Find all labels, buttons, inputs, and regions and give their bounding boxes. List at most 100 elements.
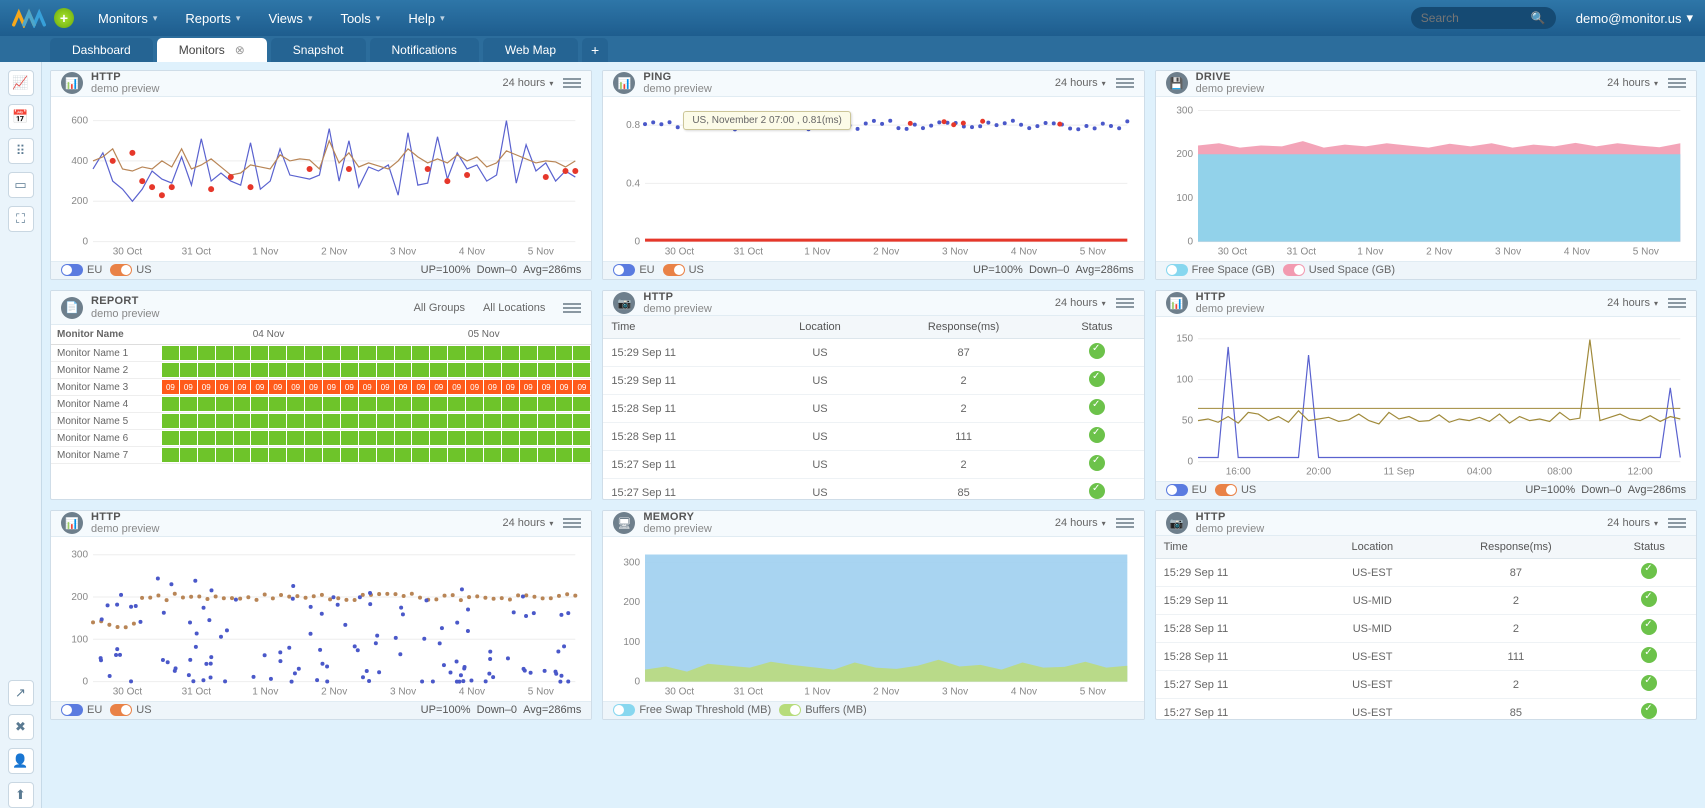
tool-settings-icon[interactable]: ✖: [8, 714, 34, 740]
legend-eu-toggle[interactable]: EU: [61, 704, 102, 716]
table-row[interactable]: Monitor Name 4: [51, 396, 591, 413]
widget-http-table-2: 📷 HTTPdemo preview 24 hours▾ Time Locati…: [1155, 510, 1697, 720]
table-row[interactable]: 15:27 Sep 11US2: [603, 451, 1143, 479]
status-ok-icon: [1089, 427, 1105, 443]
search-box[interactable]: 🔍: [1411, 7, 1556, 29]
tab-monitors[interactable]: Monitors⊗: [157, 38, 267, 62]
widget-subtitle: demo preview: [643, 83, 711, 95]
svg-text:5 Nov: 5 Nov: [528, 686, 554, 697]
user-menu[interactable]: demo@monitor.us▾: [1576, 10, 1693, 26]
column-header[interactable]: Time: [1156, 536, 1316, 559]
time-range-dropdown[interactable]: 24 hours▾: [1055, 517, 1106, 529]
table-row[interactable]: Monitor Name 1: [51, 345, 591, 362]
legend-free-toggle[interactable]: Free Space (GB): [1166, 264, 1275, 276]
menu-reports[interactable]: Reports▾: [171, 0, 254, 36]
widget-menu-icon[interactable]: [563, 74, 581, 92]
legend-us-toggle[interactable]: US: [110, 264, 151, 276]
widget-menu-icon[interactable]: [1668, 294, 1686, 312]
search-input[interactable]: [1421, 11, 1521, 25]
menu-help[interactable]: Help▾: [394, 0, 458, 36]
widget-menu-icon[interactable]: [563, 299, 581, 317]
column-header[interactable]: Response(ms): [877, 316, 1050, 339]
svg-text:200: 200: [1176, 149, 1193, 160]
svg-text:30 Oct: 30 Oct: [1217, 246, 1247, 257]
table-row[interactable]: 15:28 Sep 11US-MID2: [1156, 615, 1696, 643]
table-row[interactable]: 15:28 Sep 11US111: [603, 423, 1143, 451]
widget-menu-icon[interactable]: [1116, 294, 1134, 312]
tool-upload-icon[interactable]: ⬆: [8, 782, 34, 808]
tool-share-icon[interactable]: ↗: [8, 680, 34, 706]
widget-menu-icon[interactable]: [1668, 514, 1686, 532]
tab-notifications[interactable]: Notifications: [370, 38, 479, 62]
tool-calendar-icon[interactable]: 📅: [8, 104, 34, 130]
tool-layout-icon[interactable]: ⠿: [8, 138, 34, 164]
add-monitor-button[interactable]: +: [54, 8, 74, 28]
svg-text:08:00: 08:00: [1547, 466, 1572, 477]
time-range-dropdown[interactable]: 24 hours▾: [1607, 297, 1658, 309]
table-row[interactable]: 15:27 Sep 11US85: [603, 479, 1143, 500]
time-range-dropdown[interactable]: 24 hours▾: [1055, 77, 1106, 89]
table-row[interactable]: Monitor Name 5: [51, 413, 591, 430]
filter-groups[interactable]: All Groups: [414, 302, 465, 314]
table-row[interactable]: Monitor Name 6: [51, 430, 591, 447]
table-row[interactable]: Monitor Name 309090909090909090909090909…: [51, 379, 591, 396]
table-row[interactable]: 15:29 Sep 11US87: [603, 339, 1143, 367]
tab-webmap[interactable]: Web Map: [483, 38, 578, 62]
legend-buffers-toggle[interactable]: Buffers (MB): [779, 704, 867, 716]
menu-monitors[interactable]: Monitors▾: [84, 0, 171, 36]
time-range-dropdown[interactable]: 24 hours▾: [503, 77, 554, 89]
widget-title: REPORT: [91, 295, 159, 307]
filter-locations[interactable]: All Locations: [483, 302, 545, 314]
legend-us-toggle[interactable]: US: [1215, 484, 1256, 496]
table-row[interactable]: 15:29 Sep 11US-MID2: [1156, 587, 1696, 615]
time-range-dropdown[interactable]: 24 hours▾: [1607, 77, 1658, 89]
menu-views[interactable]: Views▾: [254, 0, 326, 36]
widget-subtitle: demo preview: [1196, 523, 1264, 535]
time-range-dropdown[interactable]: 24 hours▾: [1607, 517, 1658, 529]
widget-menu-icon[interactable]: [1116, 514, 1134, 532]
column-header[interactable]: Status: [1603, 536, 1696, 559]
tab-snapshot[interactable]: Snapshot: [271, 38, 366, 62]
column-header[interactable]: Time: [603, 316, 763, 339]
table-row[interactable]: 15:27 Sep 11US-EST2: [1156, 671, 1696, 699]
tab-add-button[interactable]: +: [582, 38, 608, 62]
column-header[interactable]: Location: [763, 316, 877, 339]
table-row[interactable]: 15:29 Sep 11US2: [603, 367, 1143, 395]
time-range-dropdown[interactable]: 24 hours▾: [1055, 297, 1106, 309]
column-header[interactable]: Response(ms): [1429, 536, 1602, 559]
close-icon[interactable]: ⊗: [235, 43, 245, 57]
legend-us-toggle[interactable]: US: [663, 264, 704, 276]
legend-swap-toggle[interactable]: Free Swap Threshold (MB): [613, 704, 771, 716]
table-row[interactable]: 15:28 Sep 11US2: [603, 395, 1143, 423]
column-header[interactable]: Location: [1315, 536, 1429, 559]
snapshot-icon: 📷: [1166, 512, 1188, 534]
legend-used-toggle[interactable]: Used Space (GB): [1283, 264, 1395, 276]
search-icon[interactable]: 🔍: [1531, 11, 1546, 25]
chart-icon: 📊: [61, 72, 83, 94]
table-row[interactable]: 15:28 Sep 11US-EST111: [1156, 643, 1696, 671]
widget-menu-icon[interactable]: [1668, 74, 1686, 92]
widget-menu-icon[interactable]: [1116, 74, 1134, 92]
tool-fullscreen-icon[interactable]: ⛶: [8, 206, 34, 232]
legend-eu-toggle[interactable]: EU: [61, 264, 102, 276]
tool-user-icon[interactable]: 👤: [8, 748, 34, 774]
tool-linechart-icon[interactable]: 📈: [8, 70, 34, 96]
table-row[interactable]: 15:27 Sep 11US-EST85: [1156, 699, 1696, 720]
legend-us-toggle[interactable]: US: [110, 704, 151, 716]
table-row[interactable]: Monitor Name 7: [51, 447, 591, 464]
side-toolbar: 📈 📅 ⠿ ▭ ⛶ ↗ ✖ 👤 ⬆: [0, 62, 42, 808]
tool-window-icon[interactable]: ▭: [8, 172, 34, 198]
widget-menu-icon[interactable]: [563, 514, 581, 532]
column-header[interactable]: Status: [1050, 316, 1143, 339]
svg-text:4 Nov: 4 Nov: [1011, 686, 1037, 697]
menu-tools[interactable]: Tools▾: [326, 0, 394, 36]
table-row[interactable]: 15:29 Sep 11US-EST87: [1156, 559, 1696, 587]
legend-eu-toggle[interactable]: EU: [613, 264, 654, 276]
svg-text:5 Nov: 5 Nov: [1080, 246, 1106, 257]
svg-text:4 Nov: 4 Nov: [459, 246, 485, 257]
tab-dashboard[interactable]: Dashboard: [50, 38, 153, 62]
status-ok-icon: [1089, 399, 1105, 415]
time-range-dropdown[interactable]: 24 hours▾: [503, 517, 554, 529]
legend-eu-toggle[interactable]: EU: [1166, 484, 1207, 496]
table-row[interactable]: Monitor Name 2: [51, 362, 591, 379]
